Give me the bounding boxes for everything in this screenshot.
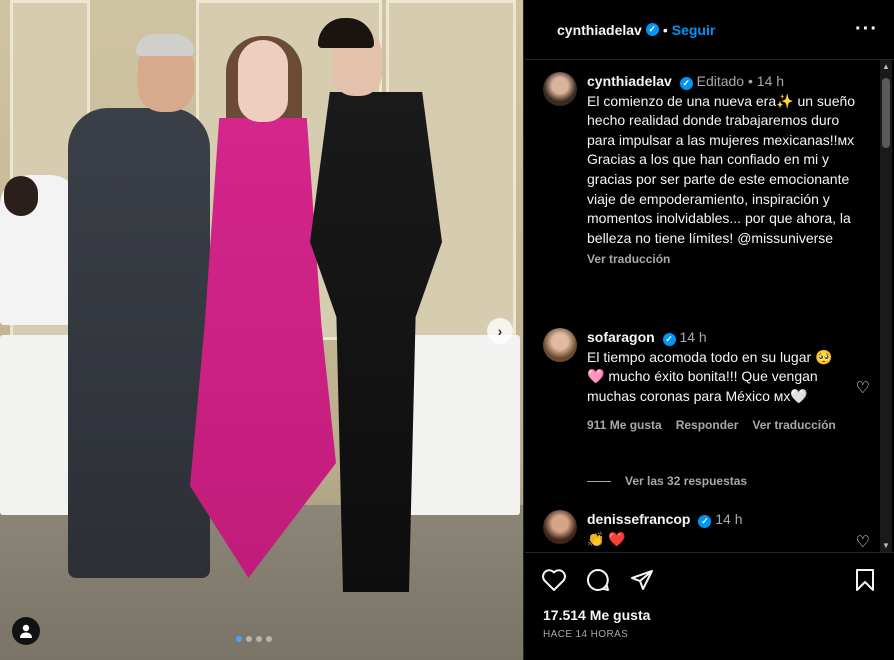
- carousel-dots: [236, 636, 272, 642]
- header-separator: •: [662, 21, 668, 38]
- post-photo[interactable]: ›: [0, 0, 524, 660]
- verified-badge-icon: ✓: [698, 515, 712, 529]
- replies-line: [587, 480, 611, 482]
- likes-count[interactable]: 17.514 Me gusta: [525, 593, 894, 623]
- comment-text: 👏 ❤️: [587, 530, 626, 547]
- caption: cynthiadelav ✓ Editado • 14 h El comienz…: [543, 72, 863, 270]
- save-bookmark-icon[interactable]: [852, 567, 878, 593]
- comment-username[interactable]: denissefrancop: [587, 511, 690, 527]
- caption-time[interactable]: 14 h: [757, 73, 784, 89]
- comment-time[interactable]: 14 h: [679, 329, 706, 345]
- comment-text: El tiempo acomoda todo en su lugar 🥺 🩷 m…: [587, 348, 833, 404]
- like-comment-heart-icon[interactable]: ♡: [856, 532, 870, 552]
- avatar[interactable]: [543, 72, 577, 106]
- guest-head: [4, 176, 38, 216]
- scroll-down-icon[interactable]: ▼: [882, 541, 890, 550]
- dot-separator: •: [747, 73, 753, 89]
- caption-text: El comienzo de una nueva era✨ un sueño h…: [587, 92, 856, 246]
- like-comment-heart-icon[interactable]: ♡: [856, 378, 870, 398]
- comment-meta: 911 Me gusta Responder Ver traducción: [587, 416, 863, 436]
- more-options-icon[interactable]: ···: [855, 18, 878, 41]
- comment-likes-count[interactable]: 911 Me gusta: [587, 416, 662, 436]
- woman-head: [238, 40, 288, 122]
- avatar[interactable]: [543, 510, 577, 544]
- avatar[interactable]: [543, 328, 577, 362]
- scrollbar-thumb[interactable]: [882, 78, 890, 148]
- like-heart-icon[interactable]: [541, 567, 567, 593]
- verified-badge-icon: ✓: [645, 23, 659, 36]
- man-hair: [136, 34, 194, 56]
- tagged-users-button[interactable]: [12, 617, 40, 645]
- verified-badge-icon: ✓: [679, 77, 693, 91]
- scroll-up-icon[interactable]: ▲: [882, 62, 890, 71]
- carousel-dot: [256, 636, 262, 642]
- carousel-dot-active: [236, 636, 242, 642]
- next-image-button[interactable]: ›: [487, 318, 513, 344]
- see-translation-link[interactable]: Ver traducción: [752, 416, 835, 436]
- user-icon: [20, 624, 32, 638]
- view-replies-button[interactable]: Ver las 32 respuestas: [587, 474, 747, 488]
- comments-list[interactable]: cynthiadelav ✓ Editado • 14 h El comienz…: [525, 60, 894, 552]
- edited-label: Editado: [696, 73, 745, 89]
- view-replies-label: Ver las 32 respuestas: [625, 474, 748, 488]
- man-figure: [68, 108, 210, 578]
- verified-badge-icon: ✓: [662, 333, 676, 347]
- comments-scrollbar[interactable]: ▲ ▼: [880, 60, 892, 552]
- post-side-panel: cynthiadelav ✓ • Seguir ··· cynthiadelav…: [525, 0, 894, 660]
- comment-username[interactable]: sofaragon: [587, 329, 655, 345]
- comment-bubble-icon[interactable]: [585, 567, 611, 593]
- follow-button[interactable]: Seguir: [672, 22, 716, 38]
- carousel-dot: [246, 636, 252, 642]
- post-actions: 17.514 Me gusta HACE 14 HORAS: [525, 552, 894, 660]
- author-username[interactable]: cynthiadelav: [557, 22, 642, 38]
- carousel-dot: [266, 636, 272, 642]
- see-translation-link[interactable]: Ver traducción: [587, 250, 863, 270]
- post-header: cynthiadelav ✓ • Seguir ···: [525, 0, 894, 60]
- comment-item: denissefrancop ✓ 14 h 👏 ❤️: [543, 510, 863, 549]
- comment-item: sofaragon ✓ 14 h El tiempo acomoda todo …: [543, 328, 863, 436]
- reply-button[interactable]: Responder: [676, 416, 739, 436]
- comment-time[interactable]: 14 h: [715, 511, 742, 527]
- caption-username[interactable]: cynthiadelav: [587, 73, 672, 89]
- share-paper-plane-icon[interactable]: [629, 567, 655, 593]
- post-timestamp[interactable]: HACE 14 HORAS: [525, 623, 894, 640]
